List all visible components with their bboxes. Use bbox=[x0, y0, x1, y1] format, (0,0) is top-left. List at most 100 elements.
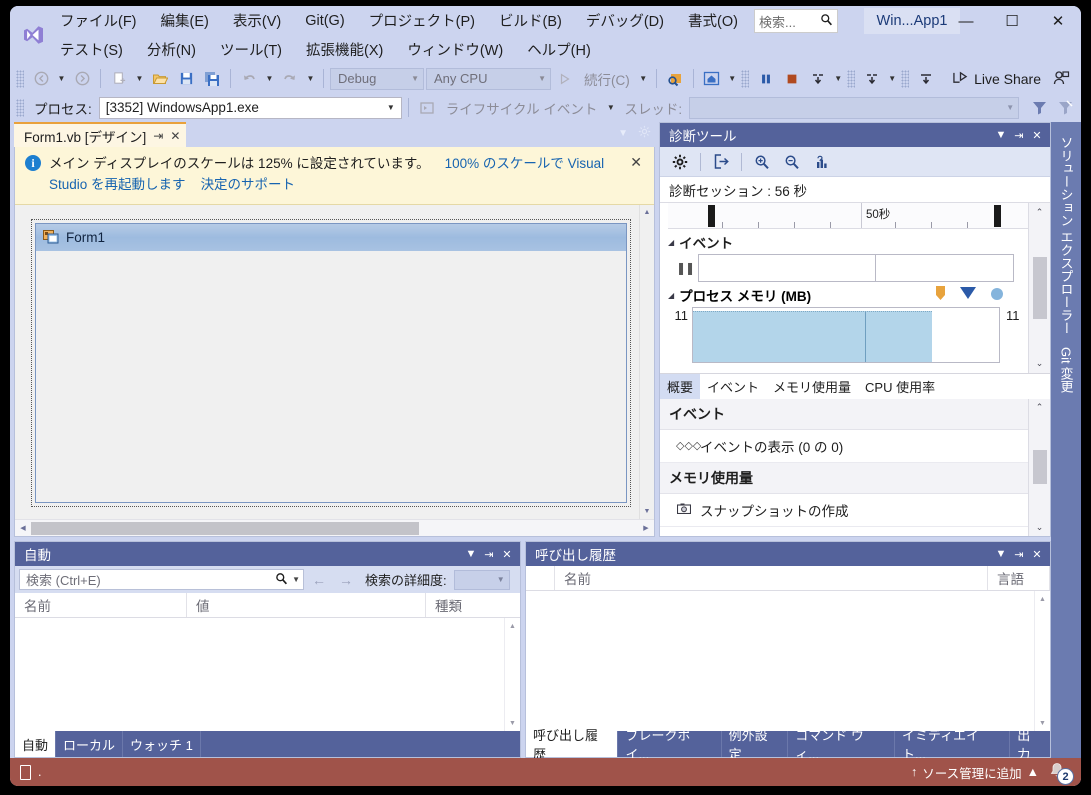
menu-git[interactable]: Git(G) bbox=[293, 11, 356, 31]
summary-item-show-events[interactable]: ◇◇◇ イベントの表示 (0 の 0) bbox=[660, 430, 1028, 463]
form1-client-area[interactable] bbox=[38, 252, 624, 500]
zoom-out-icon[interactable] bbox=[778, 150, 806, 174]
lifecycle-events-icon[interactable] bbox=[415, 96, 439, 119]
arrow-right-icon[interactable]: → bbox=[334, 572, 358, 588]
search-depth-combo[interactable]: ▼ bbox=[453, 569, 510, 590]
undo-dropdown[interactable]: ▼ bbox=[263, 67, 276, 90]
chevron-up-icon[interactable]: ⌃ bbox=[1036, 203, 1044, 221]
menu-build[interactable]: ビルド(B) bbox=[487, 8, 574, 33]
autos-grid-body[interactable]: ▲ ▼ bbox=[15, 618, 520, 731]
menu-file[interactable]: ファイル(F) bbox=[48, 8, 149, 33]
select-tools-icon[interactable] bbox=[808, 150, 836, 174]
designer-vertical-scrollbar[interactable]: ▲ ▼ bbox=[639, 204, 654, 519]
column-header-type[interactable]: 種類 bbox=[426, 593, 520, 617]
tab-cpu-usage[interactable]: CPU 使用率 bbox=[858, 374, 942, 399]
tab-events[interactable]: イベント bbox=[700, 374, 766, 399]
chevron-down-icon[interactable]: ▼ bbox=[288, 575, 300, 584]
callstack-vertical-scrollbar[interactable]: ▲ ▼ bbox=[1034, 591, 1050, 731]
form-designer-selection[interactable]: Form1 bbox=[31, 218, 631, 507]
live-share-button[interactable]: Live Share bbox=[946, 70, 1047, 88]
decision-support-link[interactable]: 決定のサポート bbox=[201, 177, 296, 192]
diagnostic-graphs-scrollbar[interactable]: ⌃ ⌄ bbox=[1028, 203, 1050, 373]
toolbar-grip-3[interactable] bbox=[846, 69, 855, 88]
redo-dropdown[interactable]: ▼ bbox=[304, 67, 317, 90]
tab-watch-1[interactable]: ウォッチ 1 bbox=[123, 731, 201, 757]
save-icon[interactable] bbox=[174, 67, 198, 90]
process-combo[interactable]: [3352] WindowsApp1.exe ▼ bbox=[98, 96, 402, 119]
break-all-icon[interactable] bbox=[754, 67, 778, 90]
timeline-ruler[interactable]: 50秒 bbox=[668, 203, 1028, 229]
menu-window[interactable]: ウィンドウ(W) bbox=[395, 37, 515, 62]
gear-icon[interactable] bbox=[666, 150, 694, 174]
zoom-in-icon[interactable] bbox=[748, 150, 776, 174]
scroll-left-icon[interactable]: ◀ bbox=[15, 524, 31, 532]
step-over-icon[interactable] bbox=[806, 67, 830, 90]
diagnostic-summary-scrollbar[interactable]: ⌃ ⌄ bbox=[1028, 398, 1050, 536]
tab-exception-settings[interactable]: 例外設定 bbox=[722, 728, 789, 762]
chevron-expanded-icon[interactable]: ◢ bbox=[668, 291, 674, 300]
events-track[interactable] bbox=[698, 254, 1014, 282]
rail-item-git-changes[interactable]: Git 変更 bbox=[1057, 341, 1076, 399]
hscroll-thumb[interactable] bbox=[31, 521, 420, 535]
navigate-forward-icon[interactable] bbox=[70, 67, 94, 90]
tab-breakpoints[interactable]: ブレークポイ... bbox=[618, 728, 722, 762]
design-canvas-inner[interactable]: Form1 bbox=[15, 205, 639, 519]
step-over-dropdown[interactable]: ▼ bbox=[832, 67, 845, 90]
solution-configuration-combo[interactable]: Debug ▼ bbox=[330, 67, 424, 90]
arrow-left-icon[interactable]: ← bbox=[307, 572, 331, 588]
step-into-dropdown[interactable]: ▼ bbox=[886, 67, 899, 90]
menu-analyze[interactable]: 分析(N) bbox=[135, 37, 208, 62]
export-icon[interactable] bbox=[707, 150, 735, 174]
scroll-down-icon[interactable]: ▼ bbox=[505, 715, 520, 731]
tab-call-stack[interactable]: 呼び出し履歴 bbox=[526, 728, 619, 762]
notifications-button[interactable]: 2 bbox=[1047, 761, 1074, 785]
designer-horizontal-scrollbar[interactable]: ◀ ▶ bbox=[15, 519, 654, 536]
toolbar-grip[interactable] bbox=[16, 69, 24, 88]
autos-vertical-scrollbar[interactable]: ▲ ▼ bbox=[504, 618, 520, 731]
pin-icon[interactable]: ⇥ bbox=[153, 129, 163, 143]
menu-edit[interactable]: 編集(E) bbox=[149, 8, 221, 33]
continue-dropdown[interactable]: ▼ bbox=[637, 67, 650, 90]
summary-item-take-snapshot[interactable]: スナップショットの作成 bbox=[660, 494, 1028, 527]
menu-tools[interactable]: ツール(T) bbox=[208, 37, 294, 62]
chevron-down-icon[interactable]: ⌄ bbox=[1036, 518, 1044, 536]
column-header-language[interactable]: 言語 bbox=[988, 566, 1050, 590]
undo-icon[interactable] bbox=[237, 67, 261, 90]
new-item-dropdown[interactable]: ▼ bbox=[133, 67, 146, 90]
scroll-up-icon[interactable]: ▲ bbox=[1035, 591, 1050, 607]
tab-form1-designer[interactable]: Form1.vb [デザイン] ⇥ ✕ bbox=[14, 122, 187, 147]
clear-filter-icon[interactable] bbox=[1053, 96, 1077, 119]
stop-debugging-icon[interactable] bbox=[780, 67, 804, 90]
navigate-back-icon[interactable] bbox=[29, 67, 53, 90]
caret-up-icon[interactable]: ▲ bbox=[1027, 765, 1039, 779]
form1-window[interactable]: Form1 bbox=[35, 222, 627, 503]
play-icon[interactable] bbox=[553, 67, 577, 90]
design-canvas[interactable]: Form1 ▲ ▼ bbox=[15, 204, 654, 519]
tab-autos[interactable]: 自動 bbox=[15, 731, 57, 757]
menu-project[interactable]: プロジェクト(P) bbox=[357, 8, 487, 33]
pin-icon[interactable]: ⇥ bbox=[1010, 129, 1028, 142]
hot-reload-dropdown[interactable]: ▼ bbox=[726, 67, 739, 90]
close-icon[interactable]: ✕ bbox=[1028, 129, 1046, 142]
memory-section-header[interactable]: ◢ プロセス メモリ (MB) bbox=[660, 282, 1028, 307]
column-header-name[interactable]: 名前 bbox=[15, 593, 187, 617]
save-all-icon[interactable] bbox=[200, 67, 224, 90]
scrollbar-thumb[interactable] bbox=[1032, 450, 1047, 485]
pin-icon[interactable]: ⇥ bbox=[480, 548, 498, 561]
scrollbar-thumb[interactable] bbox=[1032, 256, 1047, 319]
account-manager-icon[interactable] bbox=[1049, 67, 1073, 90]
gear-icon[interactable] bbox=[638, 125, 651, 141]
step-out-icon[interactable] bbox=[914, 67, 938, 90]
pin-icon[interactable]: ⇥ bbox=[1010, 548, 1028, 561]
open-file-icon[interactable] bbox=[148, 67, 172, 90]
chevron-down-icon[interactable]: ▼ bbox=[992, 129, 1010, 141]
tab-memory-usage[interactable]: メモリ使用量 bbox=[766, 374, 858, 399]
scroll-right-icon[interactable]: ▶ bbox=[638, 524, 654, 532]
tab-summary[interactable]: 概要 bbox=[660, 373, 701, 399]
callstack-grid-body[interactable]: ▲ ▼ bbox=[526, 591, 1050, 731]
tab-command-window[interactable]: コマンド ウィ... bbox=[788, 728, 895, 762]
maximize-button[interactable]: ☐ bbox=[989, 6, 1035, 36]
column-header-name[interactable]: 名前 bbox=[554, 566, 988, 590]
close-button[interactable]: ✕ bbox=[1035, 6, 1081, 36]
rail-item-solution-explorer[interactable]: ソリューション エクスプローラー bbox=[1057, 130, 1076, 341]
